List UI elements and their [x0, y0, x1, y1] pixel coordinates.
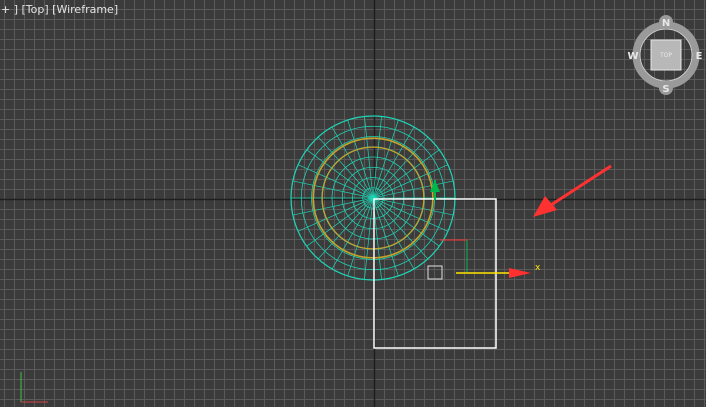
compass-north[interactable]: N [662, 18, 670, 29]
gizmo-x-label: x [535, 263, 541, 273]
view-cube-top-label: TOP [659, 52, 672, 59]
viewport-menu-plus[interactable]: + [1, 3, 10, 16]
viewport-view-menu[interactable]: Top [26, 3, 45, 16]
sphere-wireframe[interactable] [290, 115, 456, 281]
viewport-label: + ] [Top] [Wireframe] [1, 3, 119, 16]
compass-south[interactable]: S [662, 84, 669, 95]
view-cube[interactable]: TOP N S W E [627, 15, 703, 95]
compass-east[interactable]: E [696, 51, 703, 62]
viewport-shading-menu[interactable]: Wireframe [56, 3, 113, 16]
compass-west[interactable]: W [627, 51, 638, 62]
sphere-meridian [372, 136, 429, 199]
viewport-top-wireframe[interactable]: x TOP N S W E + ] [Top] [Wireframe] [0, 0, 706, 407]
viewport-canvas[interactable]: x TOP N S W E [0, 0, 706, 407]
